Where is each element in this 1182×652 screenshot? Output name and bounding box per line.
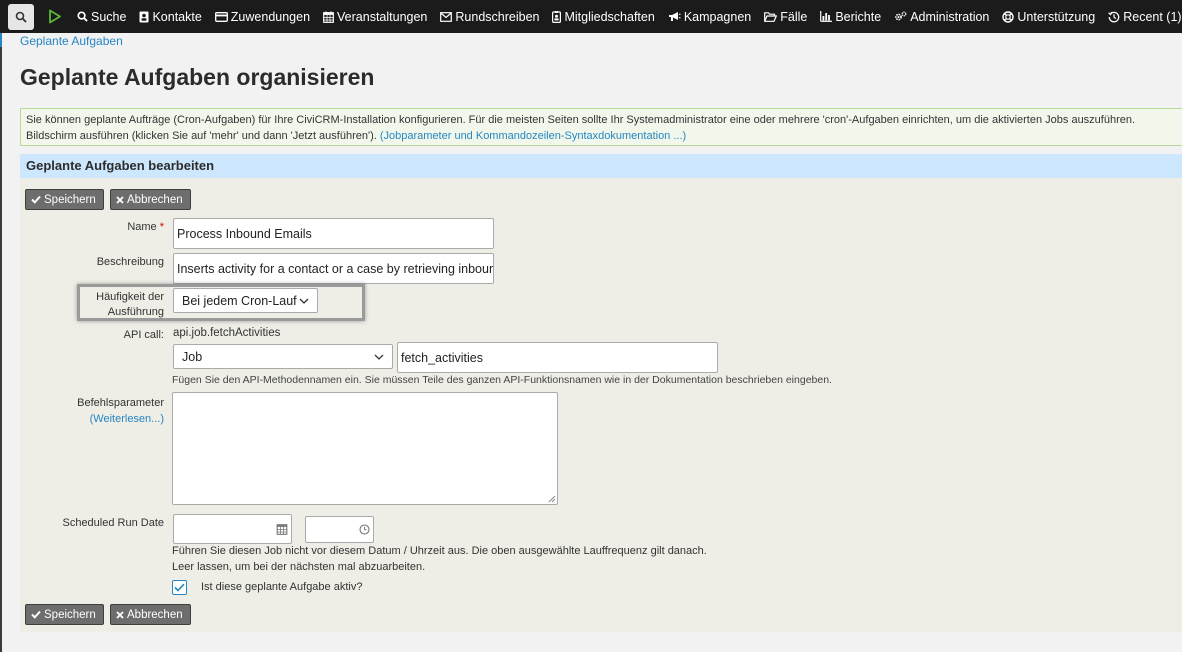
menu-item-administration[interactable]: Administration bbox=[894, 10, 989, 24]
frequency-label: Häufigkeit der Ausführung bbox=[84, 290, 164, 320]
scheduled-run-date-label: Scheduled Run Date bbox=[62, 517, 164, 529]
menu-item-berichte[interactable]: Berichte bbox=[820, 10, 881, 24]
cancel-button-label: Abbrechen bbox=[127, 193, 183, 206]
save-button-label: Speichern bbox=[44, 193, 96, 206]
help-text-line1: Sie können geplante Aufträge (Cron-Aufga… bbox=[26, 114, 1136, 126]
civicrm-play-icon[interactable] bbox=[48, 9, 62, 24]
name-label-text: Name bbox=[127, 221, 157, 233]
checkmark-icon bbox=[174, 583, 185, 592]
check-icon bbox=[31, 610, 41, 619]
breadcrumb[interactable]: Geplante Aufgaben bbox=[20, 34, 123, 48]
cancel-button-top[interactable]: Abbrechen bbox=[110, 189, 191, 210]
menu-item-mitgliedschaften[interactable]: Mitgliedschaften bbox=[552, 9, 655, 24]
resize-handle-icon[interactable] bbox=[548, 495, 556, 503]
envelope-icon bbox=[440, 11, 453, 22]
history-icon bbox=[1108, 11, 1120, 22]
frequency-label-line2: Ausführung bbox=[107, 306, 164, 318]
menu-item-rundschreiben[interactable]: Rundschreiben bbox=[440, 10, 539, 24]
life-ring-icon bbox=[1002, 10, 1015, 23]
menu-item-label: Fälle bbox=[780, 9, 808, 24]
search-icon bbox=[15, 11, 27, 23]
api-action-input[interactable]: fetch_activities bbox=[397, 342, 718, 373]
menu-item-faelle[interactable]: Fälle bbox=[764, 10, 807, 24]
top-menu-bar: Suche Kontakte Zuwendungen Veranstaltung… bbox=[0, 0, 1182, 33]
credit-card-icon bbox=[214, 11, 228, 22]
read-more-link[interactable]: (Weiterlesen...) bbox=[40, 411, 164, 427]
menu-item-unterstuetzung[interactable]: Unterstützung bbox=[1002, 10, 1095, 24]
check-icon bbox=[31, 195, 41, 204]
help-text-line2: Bildschirm ausführen (klicken Sie auf 'm… bbox=[26, 128, 1182, 144]
help-doc-link[interactable]: (Jobparameter und Kommandozeilen-Syntaxd… bbox=[380, 130, 686, 142]
id-badge-icon bbox=[552, 10, 562, 23]
close-icon bbox=[116, 195, 124, 204]
api-call-value: api.job.fetchActivities bbox=[173, 327, 281, 339]
run-time-input[interactable] bbox=[305, 516, 374, 543]
main-menu: Suche Kontakte Zuwendungen Veranstaltung… bbox=[77, 0, 1182, 33]
chevron-down-icon bbox=[299, 298, 309, 304]
quick-search-button[interactable] bbox=[8, 4, 34, 30]
run-date-input[interactable] bbox=[173, 514, 292, 544]
save-button-bottom[interactable]: Speichern bbox=[25, 604, 104, 625]
left-rail bbox=[0, 33, 2, 652]
save-button-label: Speichern bbox=[44, 608, 96, 621]
api-call-label: API call: bbox=[123, 329, 164, 341]
name-label: Name * bbox=[60, 221, 164, 233]
menu-item-label: Unterstützung bbox=[1017, 9, 1096, 24]
help-text-line2-text: Bildschirm ausführen (klicken Sie auf 'm… bbox=[26, 130, 377, 142]
menu-item-label: Administration bbox=[910, 9, 990, 24]
close-icon bbox=[116, 610, 124, 619]
clock-icon[interactable] bbox=[359, 524, 370, 535]
help-message: Sie können geplante Aufträge (Cron-Aufga… bbox=[20, 108, 1182, 146]
api-hint: Fügen Sie den API-Methodennamen ein. Sie… bbox=[172, 374, 832, 386]
menu-item-label: Suche bbox=[91, 9, 127, 24]
cancel-button-label: Abbrechen bbox=[127, 608, 183, 621]
menu-item-label: Zuwendungen bbox=[230, 9, 311, 24]
menu-item-label: Recent (1) bbox=[1123, 9, 1182, 24]
run-date-hint: Führen Sie diesen Job nicht vor diesem D… bbox=[172, 545, 707, 557]
save-button-top[interactable]: Speichern bbox=[25, 189, 104, 210]
active-checkbox[interactable] bbox=[172, 580, 187, 595]
menu-item-recent[interactable]: Recent (1) bbox=[1108, 9, 1182, 24]
menu-item-suche[interactable]: Suche bbox=[77, 10, 126, 24]
bar-chart-icon bbox=[820, 11, 833, 22]
page-title: Geplante Aufgaben organisieren bbox=[20, 64, 375, 90]
menu-item-label: Berichte bbox=[835, 9, 882, 24]
folder-open-icon bbox=[764, 11, 778, 22]
menu-item-zuwendungen[interactable]: Zuwendungen bbox=[214, 9, 311, 24]
menu-item-label: Rundschreiben bbox=[455, 9, 540, 24]
run-date-hint-2: Leer lassen, um bei der nächsten mal abz… bbox=[172, 561, 426, 573]
section-header: Geplante Aufgaben bearbeiten bbox=[20, 154, 1182, 178]
frequency-label-line1: Häufigkeit der bbox=[96, 291, 164, 303]
parameters-label: Befehlsparameter (Weiterlesen...) bbox=[40, 395, 164, 427]
contact-card-icon bbox=[139, 11, 149, 22]
menu-item-label: Veranstaltungen bbox=[337, 9, 428, 24]
frequency-select[interactable]: Bei jedem Cron-Lauf bbox=[173, 288, 318, 313]
description-label: Beschreibung bbox=[96, 256, 164, 268]
menu-item-veranstaltungen[interactable]: Veranstaltungen bbox=[323, 10, 427, 24]
gears-icon bbox=[895, 11, 907, 21]
left-rail-accent bbox=[0, 33, 2, 47]
active-checkbox-label[interactable]: Ist diese geplante Aufgabe aktiv? bbox=[201, 581, 362, 593]
api-entity-value: Job bbox=[182, 349, 203, 364]
menu-item-kontakte[interactable]: Kontakte bbox=[139, 9, 202, 24]
description-input[interactable]: Inserts activity for a contact or a case… bbox=[173, 253, 494, 284]
search-icon bbox=[77, 11, 88, 22]
calendar-icon[interactable] bbox=[276, 523, 288, 535]
menu-item-label: Mitgliedschaften bbox=[564, 9, 655, 24]
bullhorn-icon bbox=[668, 12, 681, 21]
parameters-label-text: Befehlsparameter bbox=[77, 397, 164, 409]
required-marker: * bbox=[159, 221, 164, 233]
menu-item-kampagnen[interactable]: Kampagnen bbox=[668, 10, 751, 24]
frequency-select-value: Bei jedem Cron-Lauf bbox=[182, 293, 297, 308]
parameters-textarea[interactable] bbox=[172, 392, 558, 505]
name-input[interactable]: Process Inbound Emails bbox=[173, 218, 494, 249]
api-entity-select[interactable]: Job bbox=[173, 344, 393, 369]
chevron-down-icon bbox=[374, 354, 384, 360]
menu-item-label: Kontakte bbox=[152, 9, 202, 24]
menu-item-label: Kampagnen bbox=[683, 9, 752, 24]
cancel-button-bottom[interactable]: Abbrechen bbox=[110, 604, 191, 625]
calendar-icon bbox=[323, 11, 334, 23]
